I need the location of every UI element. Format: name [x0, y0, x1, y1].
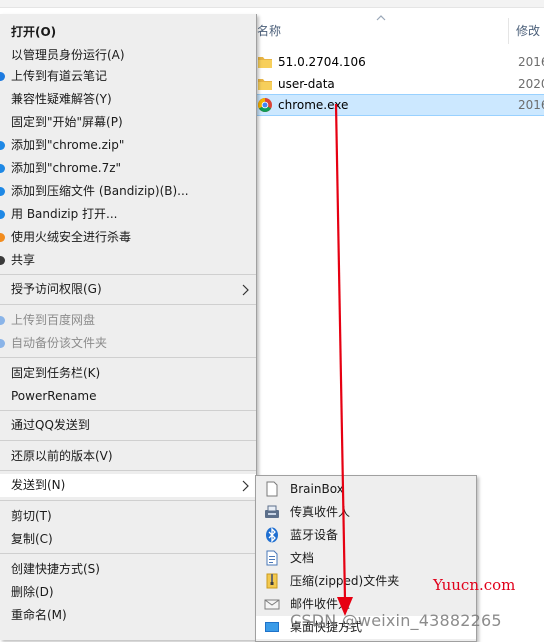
zip-folder-icon	[266, 573, 278, 589]
menu-item-upload-baidu[interactable]: 上传到百度网盘	[0, 309, 256, 332]
send-to-documents[interactable]: 文档	[256, 547, 476, 570]
column-divider[interactable]	[508, 18, 509, 44]
menu-item-auto-backup[interactable]: 自动备份该文件夹	[0, 332, 256, 355]
csdn-watermark: CSDN @weixin_43882265	[290, 611, 502, 630]
send-to-brainbox[interactable]: BrainBox	[256, 478, 476, 501]
menu-separator	[0, 304, 256, 305]
send-to-fax[interactable]: 传真收件人	[256, 501, 476, 524]
menu-separator	[0, 440, 256, 441]
menu-item-rename[interactable]: 重命名(M)	[0, 604, 256, 627]
menu-item-pin-taskbar[interactable]: 固定到任务栏(K)	[0, 362, 256, 385]
menu-item-run-as-admin[interactable]: 以管理员身份运行(A)	[0, 44, 256, 67]
menu-item-restore-previous[interactable]: 还原以前的版本(V)	[0, 445, 256, 468]
file-date: 2020	[518, 77, 544, 91]
file-date: 2016	[518, 55, 544, 69]
baidu-netdisk-icon	[0, 316, 5, 325]
blank-file-icon	[266, 481, 278, 497]
file-name: chrome.exe	[278, 98, 349, 112]
menu-item-grant-access[interactable]: 授予访问权限(G)	[0, 278, 256, 301]
documents-icon	[266, 550, 278, 566]
bandizip-icon	[0, 164, 5, 173]
column-header-modified[interactable]: 修改	[516, 18, 540, 44]
file-row-folder-version[interactable]: 51.0.2704.106 2016	[255, 51, 544, 73]
share-icon	[0, 256, 5, 265]
fax-icon	[265, 505, 279, 518]
menu-item-upload-youdao[interactable]: 上传到有道云笔记	[0, 65, 256, 88]
bandizip-icon	[0, 141, 5, 150]
file-date: 2016	[518, 98, 544, 112]
menu-item-create-shortcut[interactable]: 创建快捷方式(S)	[0, 558, 256, 581]
bandizip-icon	[0, 187, 5, 196]
menu-item-pin-start[interactable]: 固定到"开始"屏幕(P)	[0, 111, 256, 134]
menu-separator	[0, 500, 256, 501]
menu-item-huorong-scan[interactable]: 使用火绒安全进行杀毒	[0, 226, 256, 249]
menu-item-delete[interactable]: 删除(D)	[0, 581, 256, 604]
menu-item-cut[interactable]: 剪切(T)	[0, 505, 256, 528]
chrome-icon	[258, 98, 272, 112]
folder-icon	[258, 57, 272, 68]
context-menu: 打开(O) 以管理员身份运行(A) 上传到有道云笔记 兼容性疑难解答(Y) 固定…	[0, 14, 257, 640]
send-to-bluetooth[interactable]: 蓝牙设备	[256, 524, 476, 547]
mail-icon	[264, 599, 280, 610]
menu-item-powerrename[interactable]: PowerRename	[0, 385, 256, 408]
menu-item-copy[interactable]: 复制(C)	[0, 528, 256, 551]
youdao-icon	[0, 72, 5, 81]
menu-item-share[interactable]: 共享	[0, 249, 256, 272]
column-header-name[interactable]: 名称	[257, 18, 281, 44]
sort-ascending-icon[interactable]	[375, 13, 387, 23]
menu-item-open[interactable]: 打开(O)	[0, 21, 256, 44]
file-name: user-data	[278, 77, 335, 91]
file-name: 51.0.2704.106	[278, 55, 366, 69]
explorer-toolbar-strip	[0, 0, 544, 8]
menu-item-send-qq[interactable]: 通过QQ发送到	[0, 414, 256, 437]
menu-item-compat-troubleshoot[interactable]: 兼容性疑难解答(Y)	[0, 88, 256, 111]
file-row-folder-user-data[interactable]: user-data 2020	[255, 73, 544, 95]
baidu-netdisk-icon	[0, 339, 5, 348]
menu-separator	[0, 470, 256, 471]
site-watermark: Yuucn.com	[433, 576, 516, 594]
menu-item-add-zip[interactable]: 添加到"chrome.zip"	[0, 134, 256, 157]
menu-separator	[0, 410, 256, 411]
menu-item-send-to[interactable]: 发送到(N)	[0, 474, 256, 497]
menu-separator	[0, 357, 256, 358]
desktop-icon	[265, 622, 279, 632]
file-row-chrome-exe[interactable]: chrome.exe 2016	[255, 94, 544, 116]
menu-separator	[0, 274, 256, 275]
chevron-right-icon	[242, 284, 249, 296]
menu-item-open-bandizip[interactable]: 用 Bandizip 打开...	[0, 203, 256, 226]
menu-item-add-7z[interactable]: 添加到"chrome.7z"	[0, 157, 256, 180]
bandizip-icon	[0, 210, 5, 219]
menu-separator	[0, 553, 256, 554]
folder-icon	[258, 79, 272, 90]
chevron-right-icon	[242, 480, 249, 492]
huorong-icon	[0, 233, 5, 242]
bluetooth-icon	[266, 527, 278, 543]
menu-item-add-archive[interactable]: 添加到压缩文件 (Bandizip)(B)...	[0, 180, 256, 203]
